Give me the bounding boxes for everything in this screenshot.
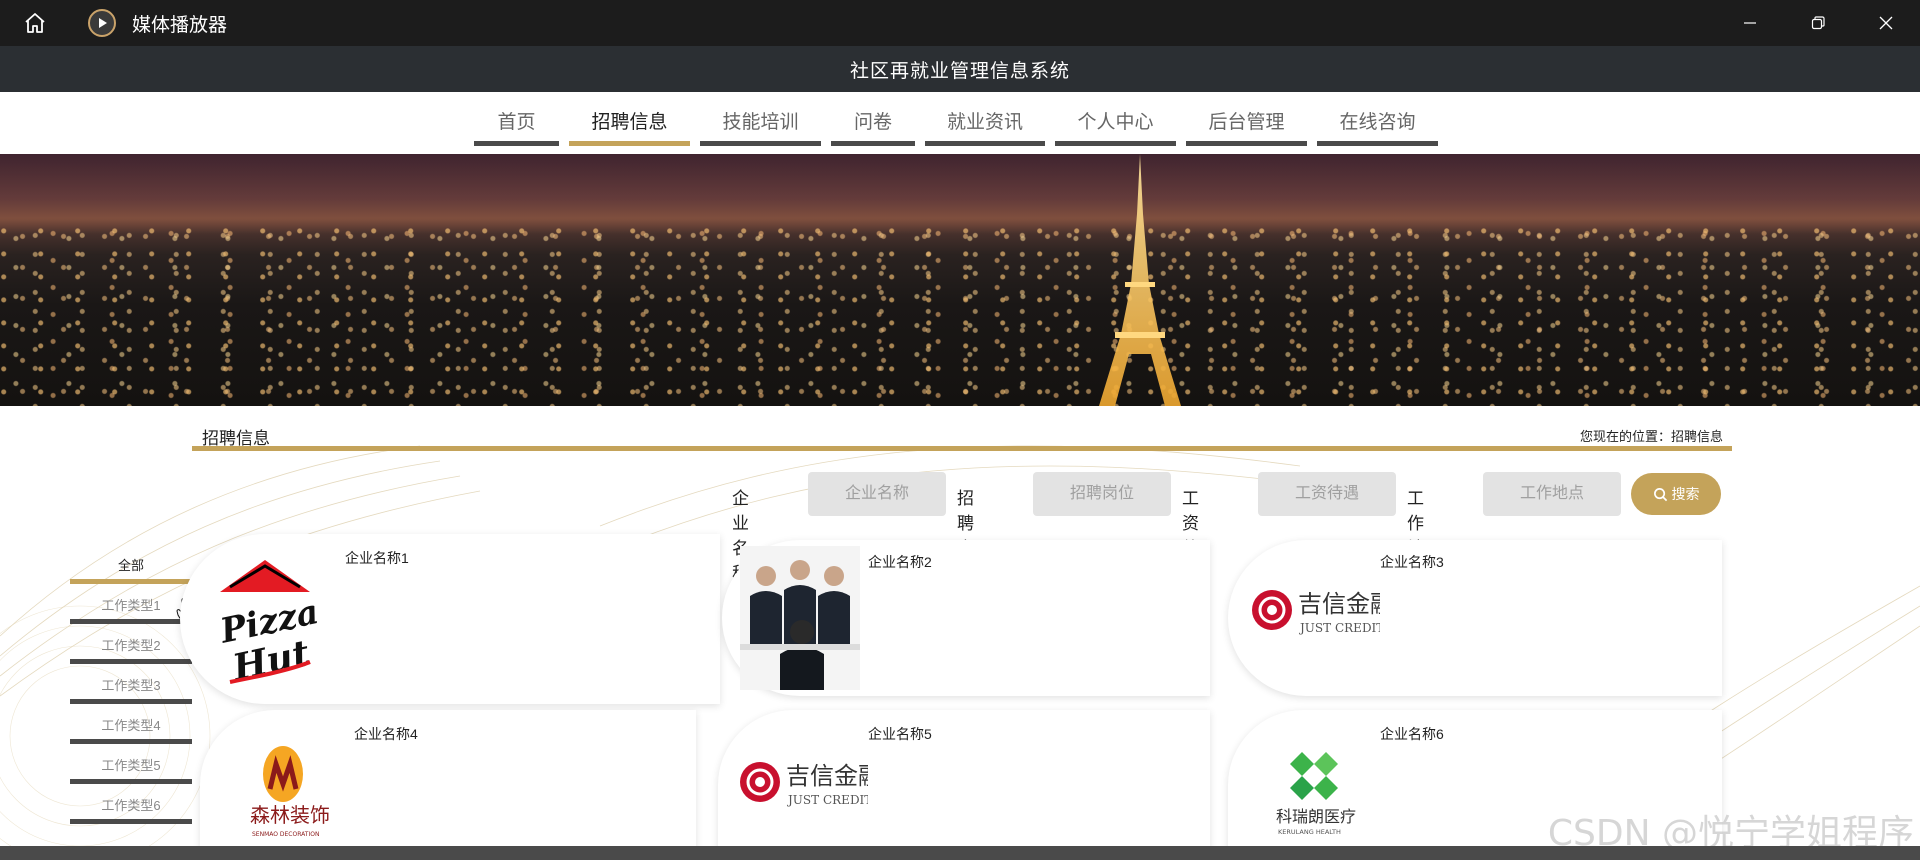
category-item[interactable]: 工作类型3 [70, 672, 192, 712]
app-title: 媒体播放器 [132, 14, 228, 36]
search-icon [1653, 487, 1667, 501]
restore-button[interactable] [1784, 0, 1852, 46]
close-button[interactable] [1852, 0, 1920, 46]
category-item[interactable]: 工作类型5 [70, 752, 192, 792]
nav-item-admin[interactable]: 后台管理 [1186, 92, 1307, 146]
company-name: 企业名称5 [868, 726, 932, 742]
breadcrumb: 您现在的位置：招聘信息 [1579, 429, 1723, 444]
search-button-label: 搜索 [1671, 486, 1700, 502]
home-icon [25, 13, 45, 33]
company-card[interactable]: 企业名称3 吉信金融 JUST CREDIT [1228, 540, 1722, 696]
nav-item-survey[interactable]: 问卷 [831, 92, 915, 146]
svg-text:JUST CREDIT: JUST CREDIT [786, 793, 868, 807]
jixin-credit-logo: 吉信金融 JUST CREDIT [740, 762, 868, 807]
position-input[interactable] [1033, 472, 1171, 516]
nav-item-online-consult[interactable]: 在线咨询 [1317, 92, 1438, 146]
svg-text:吉信金融: 吉信金融 [1298, 590, 1380, 618]
jixin-credit-logo: 吉信金融 JUST CREDIT [1252, 590, 1380, 635]
kerui-health-logo: 科瑞朗医疗 KERULANG HEALTH [1276, 752, 1356, 836]
category-item[interactable]: 工作类型4 [70, 712, 192, 752]
company-name: 企业名称4 [354, 726, 418, 742]
svg-text:吉信金融: 吉信金融 [786, 762, 868, 790]
company-card[interactable]: 企业名称2 [722, 540, 1210, 696]
svg-text:KERULANG HEALTH: KERULANG HEALTH [1278, 828, 1341, 836]
home-button[interactable] [0, 0, 70, 46]
nav-item-home[interactable]: 首页 [474, 92, 559, 146]
company-card[interactable]: 企业名称5 吉信金融 JUST CREDIT [718, 710, 1210, 860]
svg-text:森林装饰: 森林装饰 [250, 803, 330, 827]
category-all[interactable]: 全部 [70, 552, 192, 592]
company-card[interactable]: 企业名称1 Pizza Hut [180, 534, 720, 704]
media-player-titlebar: 媒体播放器 [0, 0, 1920, 46]
window-controls [1716, 0, 1920, 46]
minimize-icon [1744, 22, 1756, 24]
company-name: 企业名称1 [345, 550, 409, 566]
svg-text:科瑞朗医疗: 科瑞朗医疗 [1276, 807, 1356, 826]
senmao-decoration-logo: 森林装饰 SENMAO DECORATION [250, 746, 330, 838]
main-nav: 首页 招聘信息 技能培训 问卷 就业资讯 个人中心 后台管理 在线咨询 [0, 92, 1920, 154]
site-header: 社区再就业管理信息系统 [0, 46, 1920, 92]
svg-text:SENMAO DECORATION: SENMAO DECORATION [252, 831, 319, 838]
business-people-photo [740, 546, 860, 690]
company-name-input[interactable] [808, 472, 946, 516]
restore-icon [1811, 16, 1825, 30]
minimize-button[interactable] [1716, 0, 1784, 46]
category-sidebar: 全部 工作类型1 工作类型2 工作类型3 工作类型4 工作类型5 工作类型6 [70, 552, 192, 832]
close-icon [1879, 16, 1893, 30]
svg-text:JUST CREDIT: JUST CREDIT [1298, 621, 1380, 635]
nav-item-news[interactable]: 就业资讯 [925, 92, 1045, 146]
company-name: 企业名称3 [1380, 554, 1444, 570]
category-item[interactable]: 工作类型1 [70, 592, 192, 632]
section-divider [192, 446, 1732, 451]
hero-banner [0, 154, 1920, 406]
location-input[interactable] [1483, 472, 1621, 516]
category-item[interactable]: 工作类型2 [70, 632, 192, 672]
nav-item-training[interactable]: 技能培训 [700, 92, 821, 146]
eiffel-tower-image [1099, 154, 1181, 406]
pizza-hut-logo: Pizza Hut [216, 560, 320, 689]
company-name: 企业名称2 [868, 554, 932, 570]
bottom-control-bar [0, 846, 1920, 860]
site-title: 社区再就业管理信息系统 [849, 60, 1070, 82]
company-card[interactable]: 企业名称4 森林装饰 SENMAO DECORATION [200, 710, 696, 860]
company-name: 企业名称6 [1380, 726, 1444, 742]
play-icon [88, 9, 116, 37]
category-item[interactable]: 工作类型6 [70, 792, 192, 832]
nav-item-recruitment[interactable]: 招聘信息 [569, 92, 690, 146]
salary-input[interactable] [1258, 472, 1396, 516]
nav-item-personal-center[interactable]: 个人中心 [1055, 92, 1176, 146]
search-button[interactable]: 搜索 [1631, 473, 1721, 515]
